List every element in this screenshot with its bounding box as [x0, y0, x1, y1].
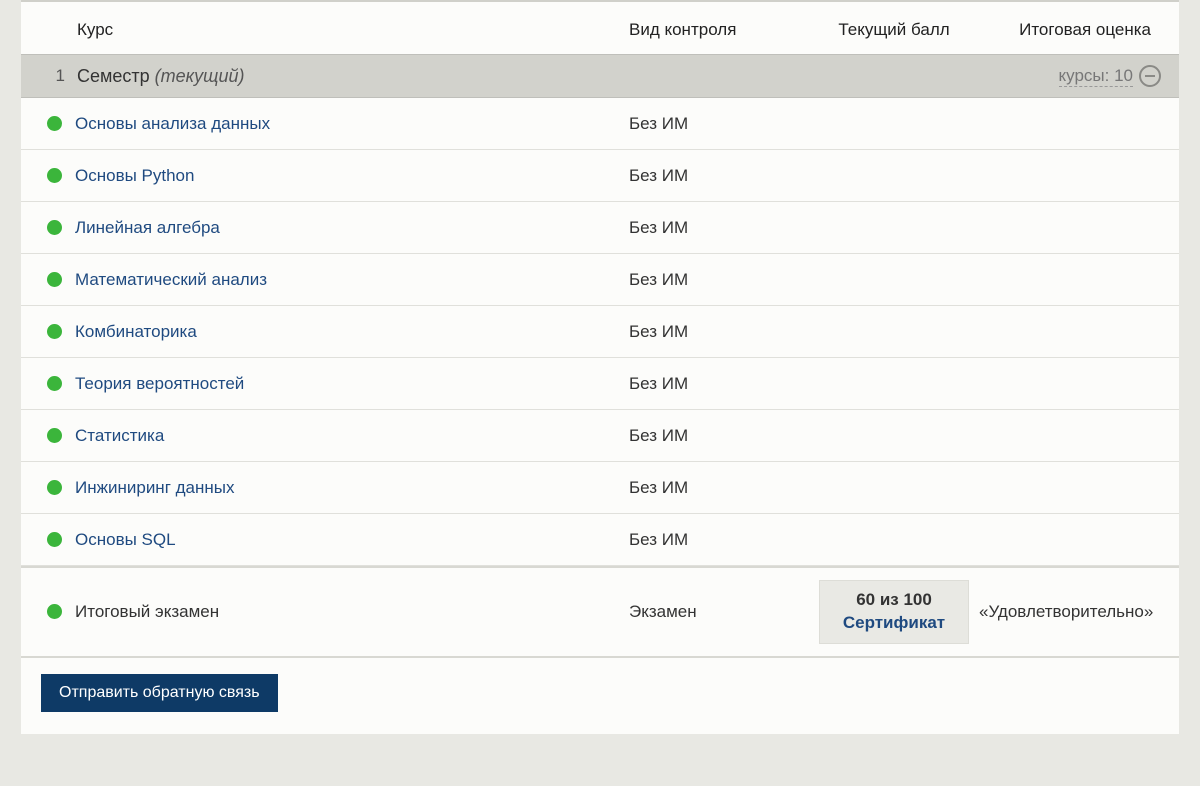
status-dot-icon: [47, 376, 62, 391]
course-link[interactable]: Теория вероятностей: [75, 374, 244, 393]
semester-name: Семестр: [77, 66, 150, 86]
semester-current: (текущий): [155, 66, 245, 86]
course-row: Основы SQL Без ИМ: [21, 514, 1179, 566]
status-dot-icon: [47, 480, 62, 495]
control-type: Без ИМ: [629, 478, 809, 498]
control-type: Без ИМ: [629, 218, 809, 238]
semester-row[interactable]: 1 Семестр (текущий) курсы: 10: [21, 54, 1179, 98]
status-dot-icon: [47, 324, 62, 339]
grades-table: Курс Вид контроля Текущий балл Итоговая …: [21, 0, 1179, 734]
course-row: Линейная алгебра Без ИМ: [21, 202, 1179, 254]
final-grade: «Удовлетворительно»: [979, 602, 1179, 622]
header-grade: Итоговая оценка: [979, 20, 1179, 40]
exam-row: Итоговый экзамен Экзамен 60 из 100 Серти…: [21, 566, 1179, 658]
score-box[interactable]: 60 из 100 Сертификат: [819, 580, 969, 644]
table-header: Курс Вид контроля Текущий балл Итоговая …: [21, 2, 1179, 54]
course-link[interactable]: Линейная алгебра: [75, 218, 220, 237]
course-row: Статистика Без ИМ: [21, 410, 1179, 462]
exam-control: Экзамен: [629, 602, 809, 622]
course-row: Инжиниринг данных Без ИМ: [21, 462, 1179, 514]
status-dot-icon: [47, 272, 62, 287]
course-row: Математический анализ Без ИМ: [21, 254, 1179, 306]
header-score: Текущий балл: [809, 20, 979, 40]
status-dot-icon: [47, 116, 62, 131]
control-type: Без ИМ: [629, 426, 809, 446]
exam-name: Итоговый экзамен: [75, 602, 219, 621]
control-type: Без ИМ: [629, 166, 809, 186]
footer: Отправить обратную связь: [21, 658, 1179, 734]
course-link[interactable]: Инжиниринг данных: [75, 478, 235, 497]
control-type: Без ИМ: [629, 374, 809, 394]
course-link[interactable]: Математический анализ: [75, 270, 267, 289]
course-link[interactable]: Основы Python: [75, 166, 194, 185]
course-link[interactable]: Основы SQL: [75, 530, 176, 549]
course-link[interactable]: Статистика: [75, 426, 164, 445]
course-row: Теория вероятностей Без ИМ: [21, 358, 1179, 410]
score-value: 60 из 100: [834, 589, 954, 612]
header-course: Курс: [21, 20, 629, 40]
status-dot-icon: [47, 220, 62, 235]
course-row: Основы Python Без ИМ: [21, 150, 1179, 202]
course-link[interactable]: Основы анализа данных: [75, 114, 270, 133]
semester-number: 1: [21, 66, 77, 86]
status-dot-icon: [47, 604, 62, 619]
control-type: Без ИМ: [629, 322, 809, 342]
courses-count[interactable]: курсы: 10: [1059, 66, 1134, 87]
control-type: Без ИМ: [629, 530, 809, 550]
feedback-button[interactable]: Отправить обратную связь: [41, 674, 278, 712]
semester-label: Семестр (текущий): [77, 66, 1059, 87]
status-dot-icon: [47, 168, 62, 183]
status-dot-icon: [47, 532, 62, 547]
control-type: Без ИМ: [629, 270, 809, 290]
certificate-link[interactable]: Сертификат: [834, 612, 954, 635]
control-type: Без ИМ: [629, 114, 809, 134]
course-link[interactable]: Комбинаторика: [75, 322, 197, 341]
course-row: Основы анализа данных Без ИМ: [21, 98, 1179, 150]
course-row: Комбинаторика Без ИМ: [21, 306, 1179, 358]
header-control: Вид контроля: [629, 20, 809, 40]
status-dot-icon: [47, 428, 62, 443]
collapse-icon[interactable]: [1139, 65, 1161, 87]
